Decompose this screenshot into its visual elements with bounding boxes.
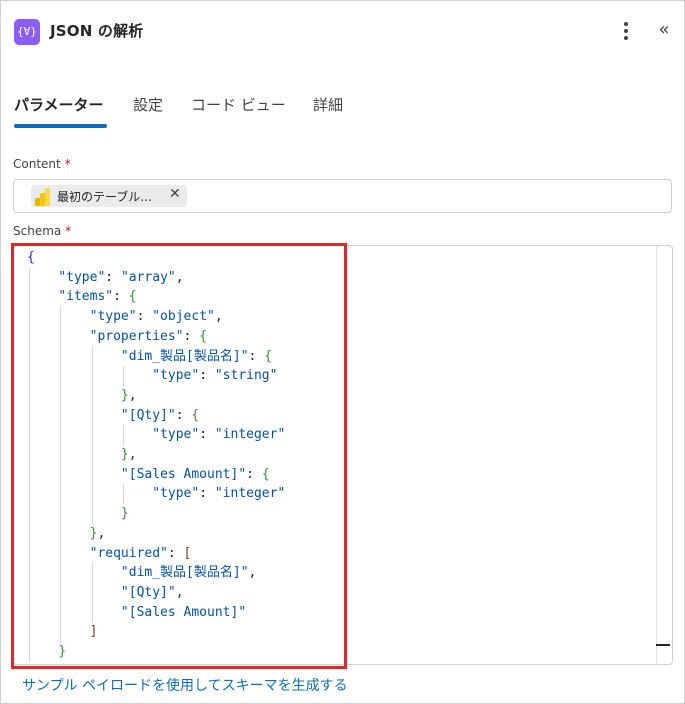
more-options-icon[interactable] — [616, 18, 636, 44]
highlight-box — [11, 243, 347, 669]
tab-settings[interactable]: 設定 — [133, 94, 163, 115]
collapse-panel-icon[interactable]: « — [652, 16, 676, 44]
active-tab-indicator — [14, 124, 107, 128]
tab-code-view[interactable]: コード ビュー — [191, 94, 286, 115]
generate-schema-link[interactable]: サンプル ペイロードを使用してスキーマを生成する — [22, 675, 348, 695]
editor-scrollbar[interactable] — [656, 246, 657, 664]
tab-parameters[interactable]: パラメーター — [14, 94, 104, 115]
tab-details[interactable]: 詳細 — [313, 94, 343, 115]
token-label: 最初のテーブル... — [57, 190, 152, 204]
schema-label: Schema * — [13, 224, 72, 238]
panel-header: {∀} JSON の解析 « — [0, 0, 685, 62]
power-bi-icon — [35, 188, 51, 206]
dynamic-content-token[interactable]: 最初のテーブル... ✕ — [31, 185, 187, 207]
content-input[interactable]: 最初のテーブル... ✕ — [13, 179, 672, 213]
remove-token-icon[interactable]: ✕ — [169, 186, 181, 202]
content-label: Content * — [13, 157, 71, 171]
parse-json-icon: {∀} — [14, 19, 40, 45]
panel-title: JSON の解析 — [50, 22, 144, 40]
scrollbar-thumb[interactable] — [656, 644, 670, 646]
